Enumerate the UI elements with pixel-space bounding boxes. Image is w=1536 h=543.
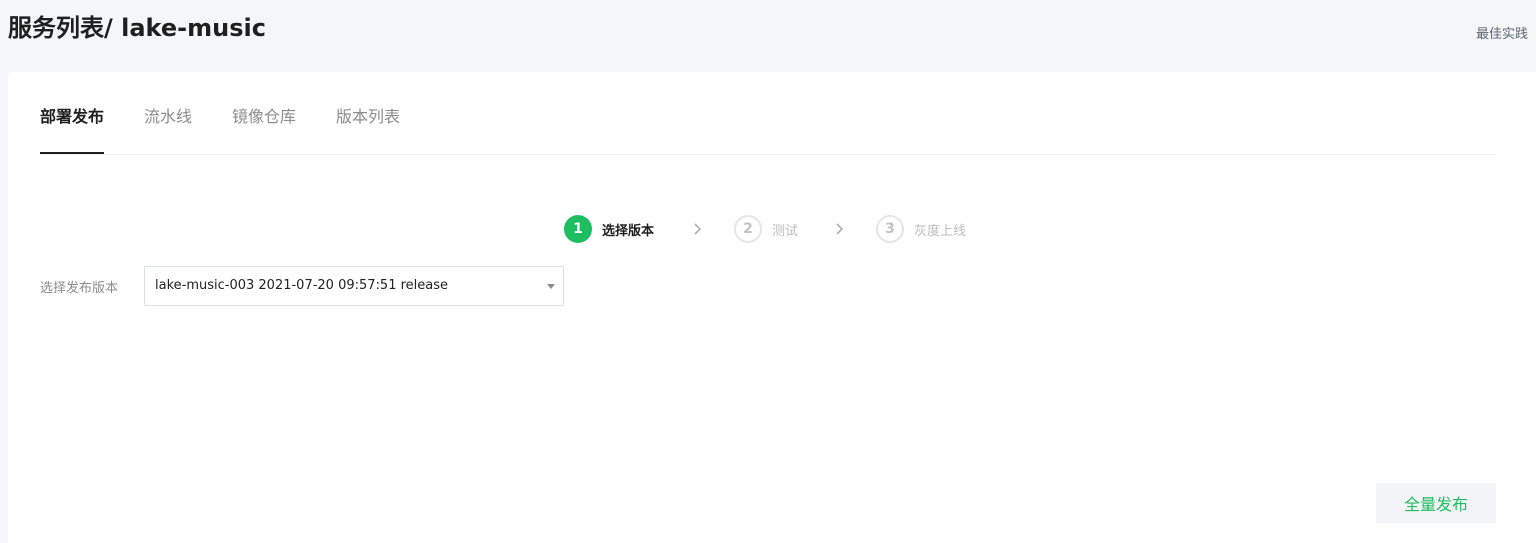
full-publish-button[interactable]: 全量发布 [1376,483,1496,523]
main-card: 部署发布 流水线 镜像仓库 版本列表 1 选择版本 2 测试 3 灰度上线 选择… [8,72,1536,543]
step-label: 灰度上线 [914,223,967,239]
best-practice-link[interactable]: 最佳实践 [1476,23,1528,42]
step-number: 2 [734,215,762,243]
version-select-value: lake-music-003 2021-07-20 09:57:51 relea… [155,278,449,293]
page-header: 服务列表/ lake-music 最佳实践 [0,0,1536,72]
step-test: 2 测试 [734,215,798,243]
page-title: 服务列表/ lake-music [8,12,266,44]
step-number: 1 [564,215,592,243]
step-select-version: 1 选择版本 [564,215,654,243]
tab-pipeline[interactable]: 流水线 [144,106,192,128]
chevron-right-icon [694,223,702,235]
breadcrumb-service-list: 服务列表/ [8,14,122,42]
step-label: 选择版本 [602,223,655,239]
version-select[interactable]: lake-music-003 2021-07-20 09:57:51 relea… [144,266,564,306]
tab-bar: 部署发布 流水线 镜像仓库 版本列表 [40,72,1496,155]
step-indicator: 1 选择版本 2 测试 3 灰度上线 [564,215,994,243]
service-name: lake-music [121,14,266,42]
chevron-right-icon [836,223,844,235]
tab-deploy[interactable]: 部署发布 [40,106,104,128]
version-select-label: 选择发布版本 [40,281,119,296]
tab-version-list[interactable]: 版本列表 [336,106,400,128]
step-label: 测试 [772,223,799,239]
active-tab-indicator [40,152,104,154]
tab-image-registry[interactable]: 镜像仓库 [232,106,296,128]
step-gray-release: 3 灰度上线 [876,215,966,243]
step-number: 3 [876,215,904,243]
caret-down-icon [547,284,555,289]
